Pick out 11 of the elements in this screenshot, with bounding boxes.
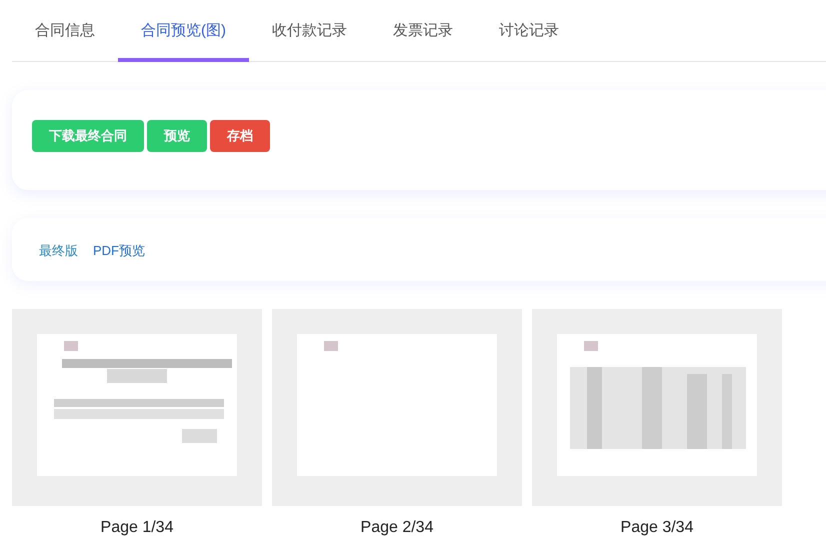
version-link[interactable]: 最终版 (39, 240, 78, 260)
tab[interactable]: 讨论记录 (476, 0, 582, 62)
tab[interactable]: 收付款记录 (249, 0, 370, 62)
page-caption: Page 1/34 (100, 518, 174, 538)
tab[interactable]: 合同预览(图) (118, 0, 249, 62)
page-caption: Page 2/34 (360, 518, 434, 538)
version-link[interactable]: PDF预览 (93, 240, 145, 260)
page-caption: Page 3/34 (620, 518, 694, 538)
tab[interactable]: 合同信息 (12, 0, 118, 62)
action-button[interactable]: 存档 (210, 120, 270, 152)
tab[interactable]: 发票记录 (370, 0, 476, 62)
